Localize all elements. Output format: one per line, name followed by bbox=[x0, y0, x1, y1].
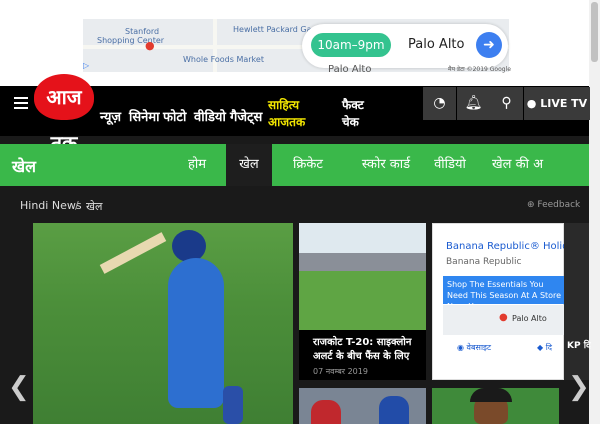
map-location-label: Palo Alto bbox=[328, 64, 372, 75]
story-card[interactable] bbox=[432, 388, 559, 424]
ad-website-button[interactable]: ◉ वेबसाइट bbox=[457, 342, 491, 353]
tab-home[interactable]: होम bbox=[176, 144, 218, 186]
ad-directions-button[interactable]: ◆ दि bbox=[537, 342, 552, 353]
search-icon[interactable]: ⚲ bbox=[490, 87, 523, 120]
ad-pin-label: Palo Alto bbox=[512, 314, 547, 323]
feedback-icon: ⊕ bbox=[527, 200, 538, 210]
scrollbar-track[interactable] bbox=[589, 0, 600, 424]
breadcrumb-separator: / bbox=[75, 199, 79, 212]
map-credit: मैप डेटा ©2019 Google bbox=[448, 66, 511, 73]
nav-fact-line2: चेक bbox=[342, 115, 359, 129]
player-body bbox=[168, 258, 224, 408]
breadcrumb-current: खेल bbox=[86, 200, 103, 213]
location-label: Palo Alto bbox=[408, 37, 465, 52]
map-pin-icon: ● bbox=[499, 312, 508, 323]
map-label: Stanford bbox=[125, 27, 160, 36]
nav-video[interactable]: वीडियो bbox=[194, 107, 226, 125]
ad-directions-label: दि bbox=[545, 343, 553, 352]
tab-video[interactable]: वीडियो bbox=[427, 144, 473, 186]
nav-sahitya-line2: आजतक bbox=[268, 115, 306, 129]
main-story-card[interactable] bbox=[33, 223, 293, 424]
nav-fact-check[interactable]: फैक्ट चेक bbox=[342, 97, 364, 131]
player-pad bbox=[223, 386, 243, 424]
speedometer-icon[interactable]: ◔ bbox=[423, 87, 456, 120]
nav-cinema[interactable]: सिनेमा bbox=[129, 107, 160, 125]
tab-khel[interactable]: खेल bbox=[226, 144, 272, 186]
side-story-title: KP दि bbox=[567, 341, 591, 351]
stadium-image bbox=[299, 223, 426, 330]
carousel-prev-arrow-icon[interactable]: ❮ bbox=[8, 372, 30, 402]
side-story-card[interactable] bbox=[564, 223, 589, 380]
feedback-label: Feedback bbox=[537, 200, 581, 210]
nav-news[interactable]: न्यूज़ bbox=[100, 107, 121, 125]
nav-sahitya-line1: साहित्य bbox=[268, 98, 300, 112]
nav-sahitya-aajtak[interactable]: साहित्य आजतक bbox=[268, 97, 305, 131]
live-tv-button[interactable]: ● LIVE TV bbox=[524, 87, 590, 120]
map-pin-icon: ● bbox=[145, 39, 155, 52]
bell-icon[interactable]: 🔔︎ bbox=[457, 87, 490, 120]
map-label: Whole Foods Market bbox=[183, 55, 264, 64]
feedback-link[interactable]: ⊕ Feedback bbox=[527, 200, 580, 210]
directions-icon: ◆ bbox=[537, 343, 546, 352]
carousel-next-arrow-icon[interactable]: ❯ bbox=[568, 372, 590, 402]
nav-photo[interactable]: फोटो bbox=[163, 107, 186, 125]
tab-more[interactable]: खेल की अ bbox=[492, 144, 588, 186]
sport-section-title: खेल bbox=[12, 157, 36, 176]
story-card[interactable] bbox=[299, 388, 426, 424]
ad-info-icon[interactable]: ▷ bbox=[83, 61, 93, 71]
aajtak-logo[interactable]: आज तक bbox=[34, 74, 94, 155]
ad-website-label: वेबसाइट bbox=[466, 343, 491, 352]
player-helmet bbox=[172, 230, 206, 262]
globe-icon: ◉ bbox=[457, 343, 467, 352]
ad-subtitle: Banana Republic bbox=[446, 257, 522, 267]
ad-title[interactable]: Banana Republic® Holiday bbox=[446, 241, 581, 252]
nav-fact-line1: फैक्ट bbox=[342, 98, 364, 112]
story-date: 07 नवम्बर 2019 bbox=[313, 367, 368, 376]
story-title[interactable]: राजकोट T-20: साइक्लोन अलर्ट के बीच फैंस … bbox=[313, 336, 423, 364]
directions-arrow-icon[interactable]: ➜ bbox=[476, 32, 502, 58]
tab-cricket[interactable]: क्रिकेट bbox=[282, 144, 334, 186]
hours-pill: 10am–9pm bbox=[311, 33, 391, 57]
tab-scorecard[interactable]: स्कोर कार्ड bbox=[348, 144, 424, 186]
main-story-image bbox=[33, 223, 293, 424]
breadcrumb-home[interactable]: Hindi News bbox=[20, 199, 82, 212]
nav-gadgets[interactable]: गैजेट्स bbox=[230, 107, 262, 125]
map-road bbox=[213, 19, 217, 72]
hamburger-menu-icon[interactable] bbox=[14, 97, 28, 109]
scrollbar-thumb[interactable] bbox=[591, 2, 598, 62]
